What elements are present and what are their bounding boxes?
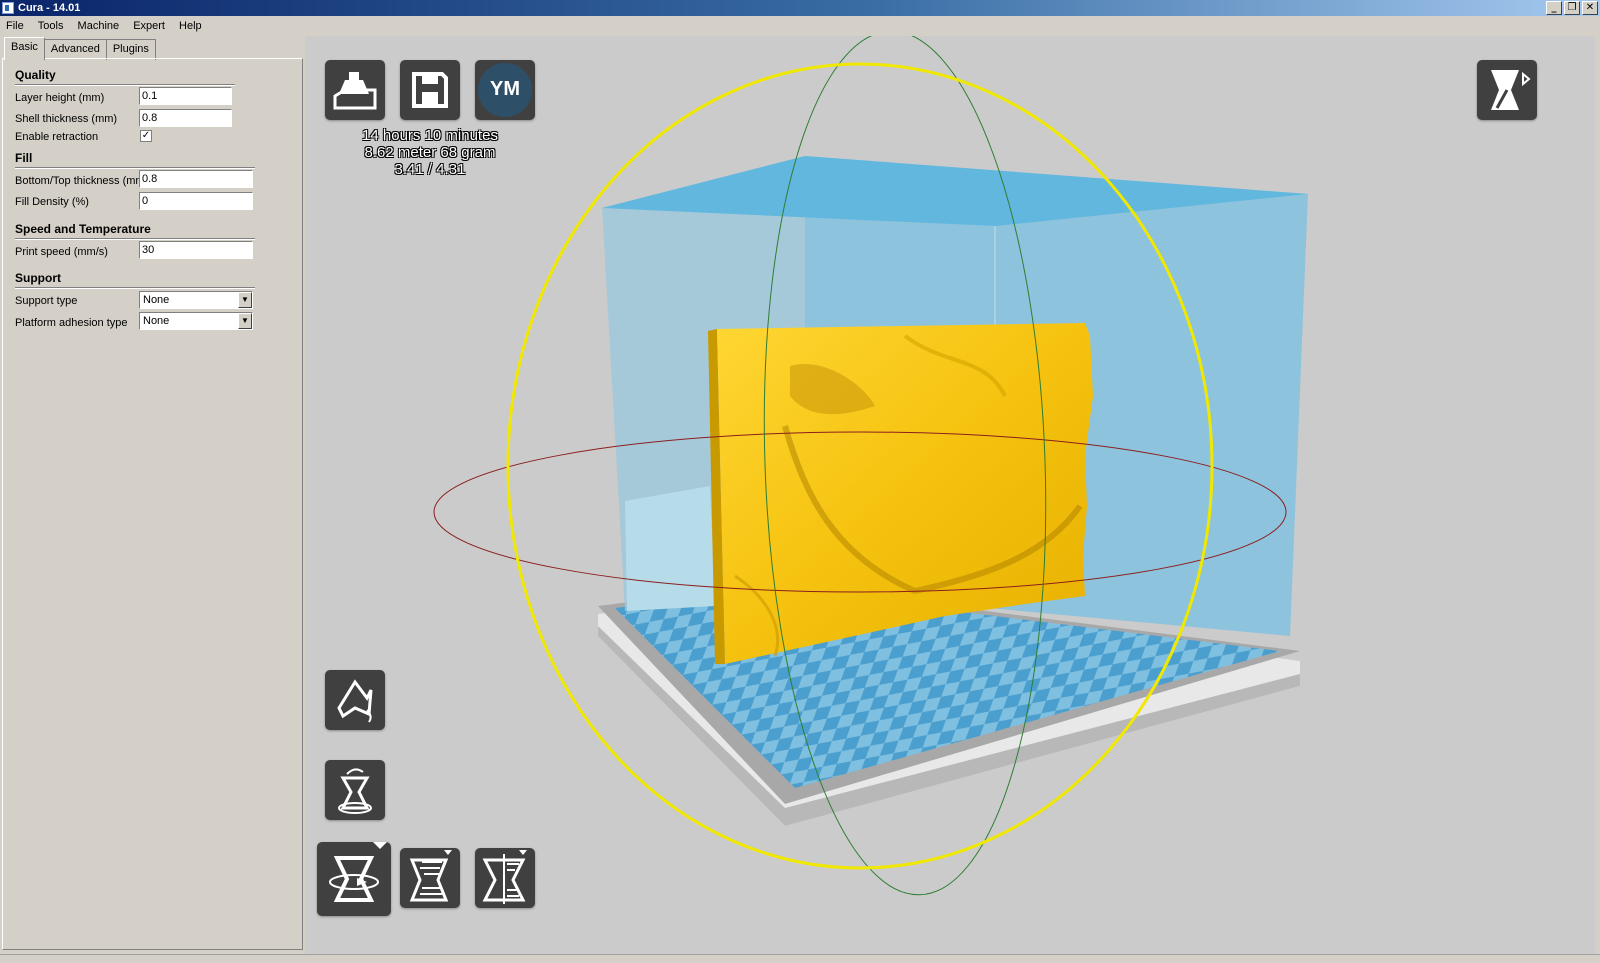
restore-button[interactable]: ❐ [1564,1,1580,15]
load-button[interactable] [325,60,385,120]
retraction-checkbox[interactable]: ✓ [140,130,152,142]
menu-file[interactable]: File [0,16,29,32]
lay-flat-icon [338,768,372,814]
fill-density-input[interactable]: 0 [139,192,253,210]
menu-tools[interactable]: Tools [32,16,69,32]
reset-rotation-button[interactable] [325,670,385,730]
close-button[interactable]: ✕ [1582,1,1598,15]
app-icon [2,2,14,14]
scale-tool-button[interactable] [400,848,460,908]
tab-plugins[interactable]: Plugins [105,39,156,60]
section-quality-title: Quality [15,68,56,82]
scale-tool-icon [409,850,452,902]
youmagine-label: YM [490,78,520,100]
rotate-tool-button[interactable] [317,842,391,916]
view-mode-button[interactable] [1477,60,1537,120]
support-type-label: Support type [15,295,78,307]
load-model-icon [333,72,377,110]
shell-thickness-label: Shell thickness (mm) [15,113,118,125]
shell-thickness-input[interactable]: 0.8 [139,109,232,127]
save-gcode-button[interactable] [400,60,460,120]
menu-help[interactable]: Help [173,16,207,32]
section-divider [15,84,235,86]
tab-basic[interactable]: Basic [4,37,45,60]
mirror-tool-icon [482,850,527,904]
section-fill-title: Fill [15,151,33,165]
rotate-tool-icon [329,842,387,902]
fill-density-label: Fill Density (%) [15,196,89,208]
print-time: 14 hours 10 minutes [362,127,498,144]
layer-height-input[interactable]: 0.1 [139,87,232,105]
window-title: Cura - 14.01 [18,2,81,14]
print-speed-label: Print speed (mm/s) [15,246,108,258]
section-speed-title: Speed and Temperature [15,222,151,236]
minimize-button[interactable]: _ [1546,1,1562,15]
section-divider [15,167,255,169]
reset-icon [337,679,373,723]
platform-adhesion-label: Platform adhesion type [15,317,128,329]
menu-expert[interactable]: Expert [127,16,170,32]
chevron-down-icon[interactable]: ▼ [238,313,252,329]
bottom-top-thickness-input[interactable]: 0.8 [139,170,253,188]
lay-flat-button[interactable] [325,760,385,820]
chevron-down-icon[interactable]: ▼ [238,292,252,308]
section-divider [15,238,255,240]
settings-tabs: Basic Advanced Plugins [4,37,156,60]
retraction-label: Enable retraction [15,131,99,143]
support-type-value: None [143,294,170,306]
mirror-tool-button[interactable] [475,848,535,908]
basic-tab-page: Quality Layer height (mm) 0.1 Shell thic… [2,58,303,950]
settings-panel: Basic Advanced Plugins Quality Layer hei… [0,36,305,954]
print-speed-input[interactable]: 30 [139,241,253,259]
print-cost: 3.41 / 4.31 [394,161,466,178]
support-type-select[interactable]: None ▼ [139,291,253,309]
menu-bar: File Tools Machine Expert Help [0,16,1600,36]
layer-height-label: Layer height (mm) [15,92,105,104]
platform-adhesion-select[interactable]: None ▼ [139,312,253,330]
section-divider [15,287,255,289]
platform-adhesion-value: None [143,315,170,327]
view-mode-icon [1491,70,1531,110]
section-support-title: Support [15,271,61,285]
tab-advanced[interactable]: Advanced [43,39,107,60]
save-icon [412,72,448,108]
menu-machine[interactable]: Machine [72,16,125,32]
title-bar: Cura - 14.01 _ ❐ ✕ [0,0,1600,16]
bottom-top-thickness-label: Bottom/Top thickness (mm) [15,175,149,187]
youmagine-button[interactable]: YM [475,60,535,120]
3d-viewport[interactable]: YM 14 hours 10 minutes 8.62 meter 68 gra… [305,36,1595,954]
print-material: 8.62 meter 68 gram [364,144,496,161]
